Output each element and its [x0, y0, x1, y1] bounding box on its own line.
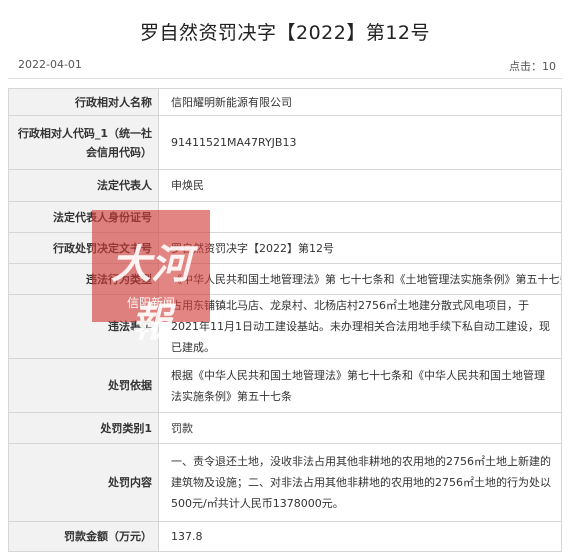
- row-value: [158, 201, 562, 233]
- row-value: 占用东铺镇北马店、龙泉村、北杨店村2756㎡土地建分散式风电项目，于2021年1…: [158, 294, 562, 359]
- row-value: 罚款: [158, 412, 562, 444]
- publish-date: 2022-04-01: [18, 58, 82, 71]
- row-value: 罗自然资罚决字【2022】第12号: [158, 232, 562, 264]
- row-value: 根据《中华人民共和国土地管理法》第七十七条和《中华人民共和国土地管理法实施条例》…: [158, 358, 562, 413]
- header-divider: [8, 78, 562, 79]
- table-row: 法定代表人 申焕民: [8, 169, 562, 202]
- newspaper-watermark: 大河報 信阳新闻: [92, 210, 210, 346]
- row-value: 137.8: [158, 521, 562, 552]
- table-row: 罚款金额（万元） 137.8: [8, 521, 562, 552]
- row-label: 行政相对人名称: [8, 88, 159, 116]
- row-label: 处罚内容: [8, 443, 159, 522]
- document-title: 罗自然资罚决字【2022】第12号: [139, 22, 431, 44]
- click-count: 点击：10: [509, 60, 556, 73]
- row-value: 申焕民: [158, 169, 562, 202]
- watermark-subtitle: 信阳新闻: [126, 296, 175, 310]
- row-label: 处罚依据: [8, 358, 159, 413]
- row-label: 罚款金额（万元）: [8, 521, 159, 552]
- table-row: 行政相对人名称 信阳耀明新能源有限公司: [8, 88, 562, 116]
- table-row: 行政相对人代码_1（统一社会信用代码） 91411521MA47RYJB13: [8, 115, 562, 170]
- row-label: 处罚类别1: [8, 412, 159, 444]
- row-value: 《中华人民共和国土地管理法》第 七十七条和《土地管理法实施条例》第五十七条: [158, 263, 562, 295]
- row-label: 法定代表人: [8, 169, 159, 202]
- row-value: 一、责令退还土地，没收非法占用其他非耕地的农用地的2756㎡土地上新建的建筑物及…: [158, 443, 562, 522]
- table-row: 处罚依据 根据《中华人民共和国土地管理法》第七十七条和《中华人民共和国土地管理法…: [8, 358, 562, 413]
- row-label: 行政相对人代码_1（统一社会信用代码）: [8, 115, 159, 170]
- row-value: 91411521MA47RYJB13: [158, 115, 562, 170]
- row-value: 信阳耀明新能源有限公司: [158, 88, 562, 116]
- watermark-logo: 大河報: [111, 241, 191, 346]
- table-row: 处罚内容 一、责令退还土地，没收非法占用其他非耕地的农用地的2756㎡土地上新建…: [8, 443, 562, 522]
- table-row: 处罚类别1 罚款: [8, 412, 562, 444]
